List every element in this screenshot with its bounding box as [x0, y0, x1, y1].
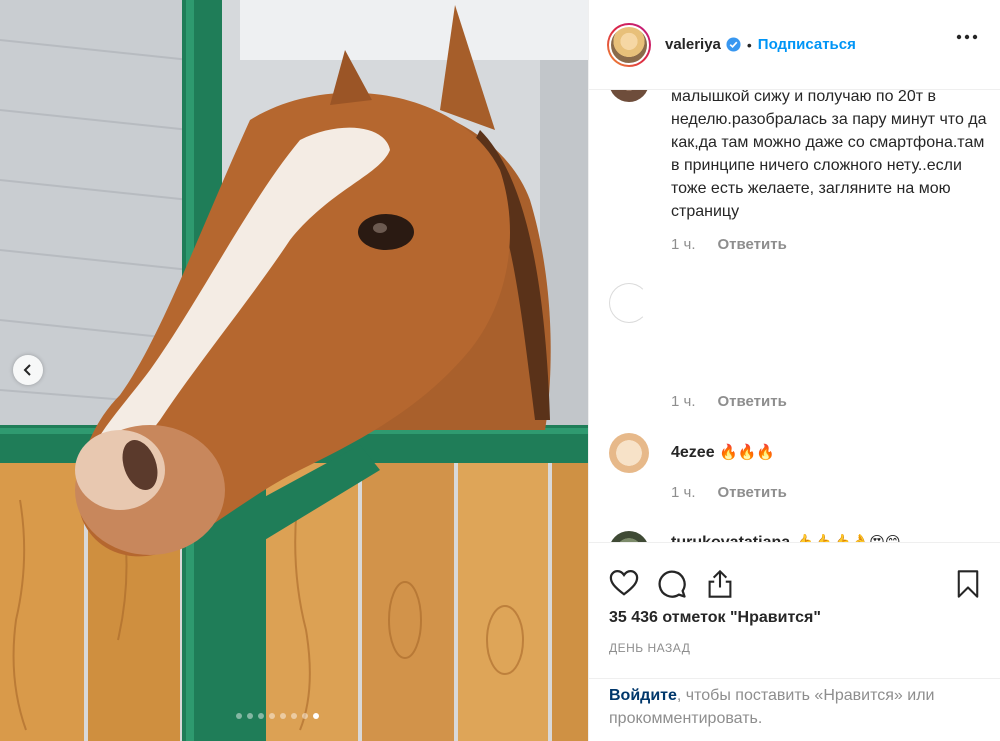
comment-avatar[interactable] — [609, 531, 649, 542]
login-prompt: Войдите, чтобы поставить «Нравится» или … — [589, 678, 1000, 741]
comment-username[interactable]: turukovatatiana — [671, 534, 790, 542]
comment-avatar[interactable] — [609, 433, 649, 473]
carousel-dot — [269, 713, 275, 719]
reply-button[interactable]: Ответить — [718, 393, 787, 410]
post-photo[interactable] — [0, 0, 588, 741]
comment-avatar[interactable] — [609, 90, 649, 102]
reply-button[interactable]: Ответить — [718, 236, 787, 253]
carousel-dot — [291, 713, 297, 719]
comment-text: малышкой сижу и получаю по 20т в неделю.… — [671, 90, 987, 220]
carousel-dot — [247, 713, 253, 719]
comment-emoji: 👍👍👍👌😍😊 — [794, 533, 901, 542]
comment-time[interactable]: 1 ч. — [671, 484, 696, 501]
carousel-dot — [302, 713, 308, 719]
comment-meta: 1 ч. Ответить — [671, 393, 787, 410]
carousel-dot — [258, 713, 264, 719]
comment-emoji: 🔥🔥🔥 — [719, 443, 776, 461]
comment-time[interactable]: 1 ч. — [671, 393, 696, 410]
post-actions: 35 436 отметок "Нравится" ДЕНЬ НАЗАД — [589, 542, 1000, 678]
verified-badge-icon — [726, 37, 741, 52]
comment-time[interactable]: 1 ч. — [671, 236, 696, 253]
carousel-dot — [313, 713, 319, 719]
comment-meta: 1 ч. Ответить — [671, 236, 787, 253]
previous-photo-button[interactable] — [13, 355, 43, 385]
post-side-panel: valeriya • Подписаться малышкой сижу и п… — [588, 0, 1000, 741]
follow-button[interactable]: Подписаться — [758, 36, 856, 53]
instagram-post: valeriya • Подписаться малышкой сижу и п… — [0, 0, 1000, 741]
comment-username[interactable]: 4ezee — [671, 444, 715, 461]
likes-count[interactable]: 35 436 отметок "Нравится" — [609, 609, 821, 627]
more-options-icon[interactable] — [956, 34, 978, 40]
comment-meta: 1 ч. Ответить — [671, 484, 787, 501]
carousel-indicator — [0, 713, 588, 719]
comment-icon[interactable] — [657, 569, 687, 599]
carousel-dot — [280, 713, 286, 719]
comment-text: 4ezee 🔥🔥🔥 — [671, 441, 989, 464]
comment-avatar[interactable] — [609, 283, 649, 323]
reply-button[interactable]: Ответить — [718, 484, 787, 501]
carousel-dot — [236, 713, 242, 719]
chevron-left-icon — [23, 364, 31, 376]
horse-photo — [0, 0, 588, 741]
bookmark-icon[interactable] — [956, 569, 980, 599]
post-timestamp[interactable]: ДЕНЬ НАЗАД — [609, 641, 690, 655]
share-icon[interactable] — [706, 569, 734, 599]
comment-text: turukovatatiana 👍👍👍👌😍😊 — [671, 531, 989, 542]
post-header: valeriya • Подписаться — [589, 0, 1000, 90]
username-link[interactable]: valeriya — [665, 36, 721, 53]
heart-icon[interactable] — [609, 569, 639, 597]
comments-list[interactable]: малышкой сижу и получаю по 20т в неделю.… — [589, 90, 1000, 542]
login-link[interactable]: Войдите — [609, 687, 677, 704]
header-separator: • — [746, 36, 752, 53]
avatar[interactable] — [607, 22, 651, 67]
